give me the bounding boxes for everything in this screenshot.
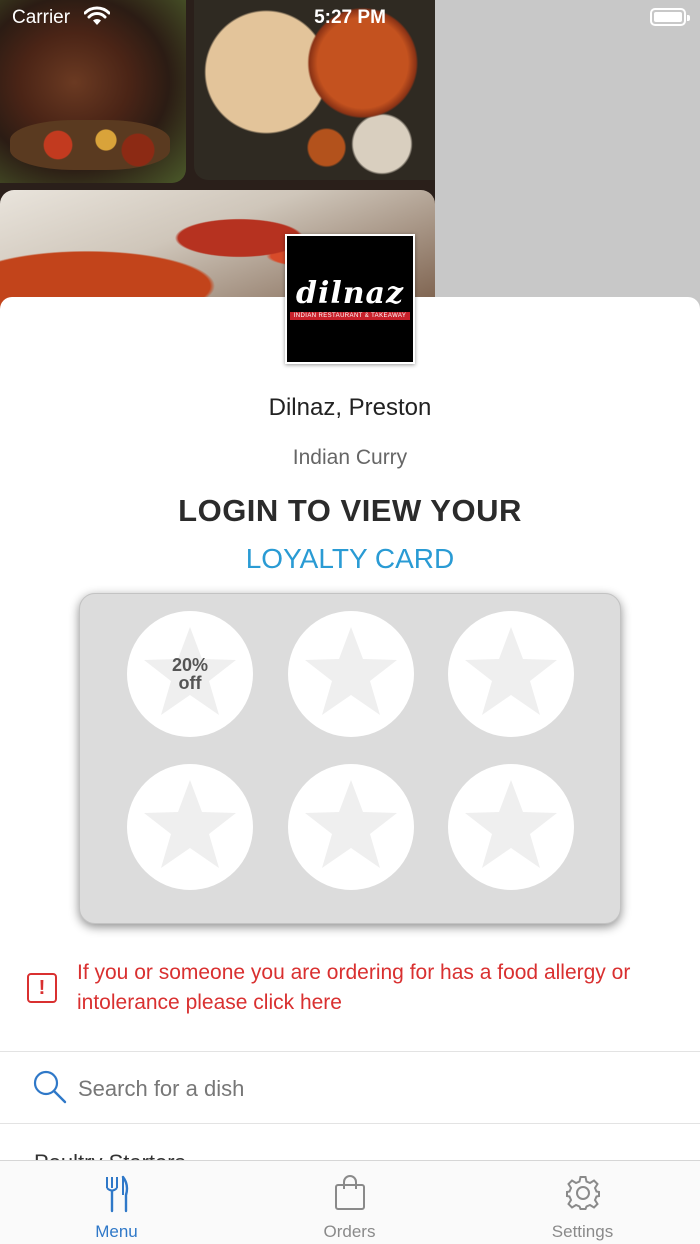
loyalty-login-heading[interactable]: LOGIN TO VIEW YOUR [0,493,700,529]
loyalty-stamp [288,611,414,737]
dish-search-bar[interactable] [0,1053,700,1123]
divider [0,1123,700,1124]
tab-menu[interactable]: Menu [0,1161,233,1244]
logo-wordmark: dilnaz [295,275,405,311]
loyalty-stamp [127,764,253,890]
star-icon [305,627,397,715]
logo-tagline: INDIAN RESTAURANT & TAKEAWAY [289,311,411,320]
status-bar: Carrier 5:27 PM [0,0,700,36]
loyalty-stamp [448,611,574,737]
loyalty-stamp [288,764,414,890]
tab-bar: Menu Orders Settings [0,1160,700,1244]
tab-orders[interactable]: Orders [233,1161,466,1244]
reward-percent: 20% [171,655,209,675]
gear-icon [565,1176,600,1210]
loyalty-card[interactable]: 20% off [79,593,621,924]
star-icon [465,780,557,868]
star-icon [144,780,236,868]
tab-orders-label: Orders [323,1222,376,1241]
loyalty-stamp [448,764,574,890]
restaurant-name: Dilnaz, Preston [268,394,432,421]
loyalty-card-link[interactable]: LOYALTY CARD [0,543,700,575]
status-time: 5:27 PM [314,7,386,28]
battery-icon [650,8,690,26]
restaurant-cuisine: Indian Curry [292,446,408,469]
tab-settings-label: Settings [551,1222,614,1241]
tab-settings[interactable]: Settings [466,1161,699,1244]
fork-knife-icon [105,1175,128,1213]
divider [0,1051,700,1052]
search-input[interactable] [78,1073,638,1105]
allergy-notice-text[interactable]: If you or someone you are ordering for h… [77,958,687,1018]
app-screen: Carrier 5:27 PM dilnaz INDIAN RESTAURANT… [0,0,700,1244]
alert-icon: ! [27,973,57,1003]
loyalty-stamp-reward: 20% off [127,611,253,737]
reward-off: off [178,673,202,693]
allergy-notice[interactable]: ! If you or someone you are ordering for… [0,958,700,1022]
tab-menu-label: Menu [95,1222,138,1241]
shopping-bag-icon [334,1175,365,1210]
star-icon [465,627,557,715]
search-icon [32,1069,68,1110]
star-icon [305,780,397,868]
restaurant-logo: dilnaz INDIAN RESTAURANT & TAKEAWAY [285,234,415,364]
hero-background [435,0,700,310]
